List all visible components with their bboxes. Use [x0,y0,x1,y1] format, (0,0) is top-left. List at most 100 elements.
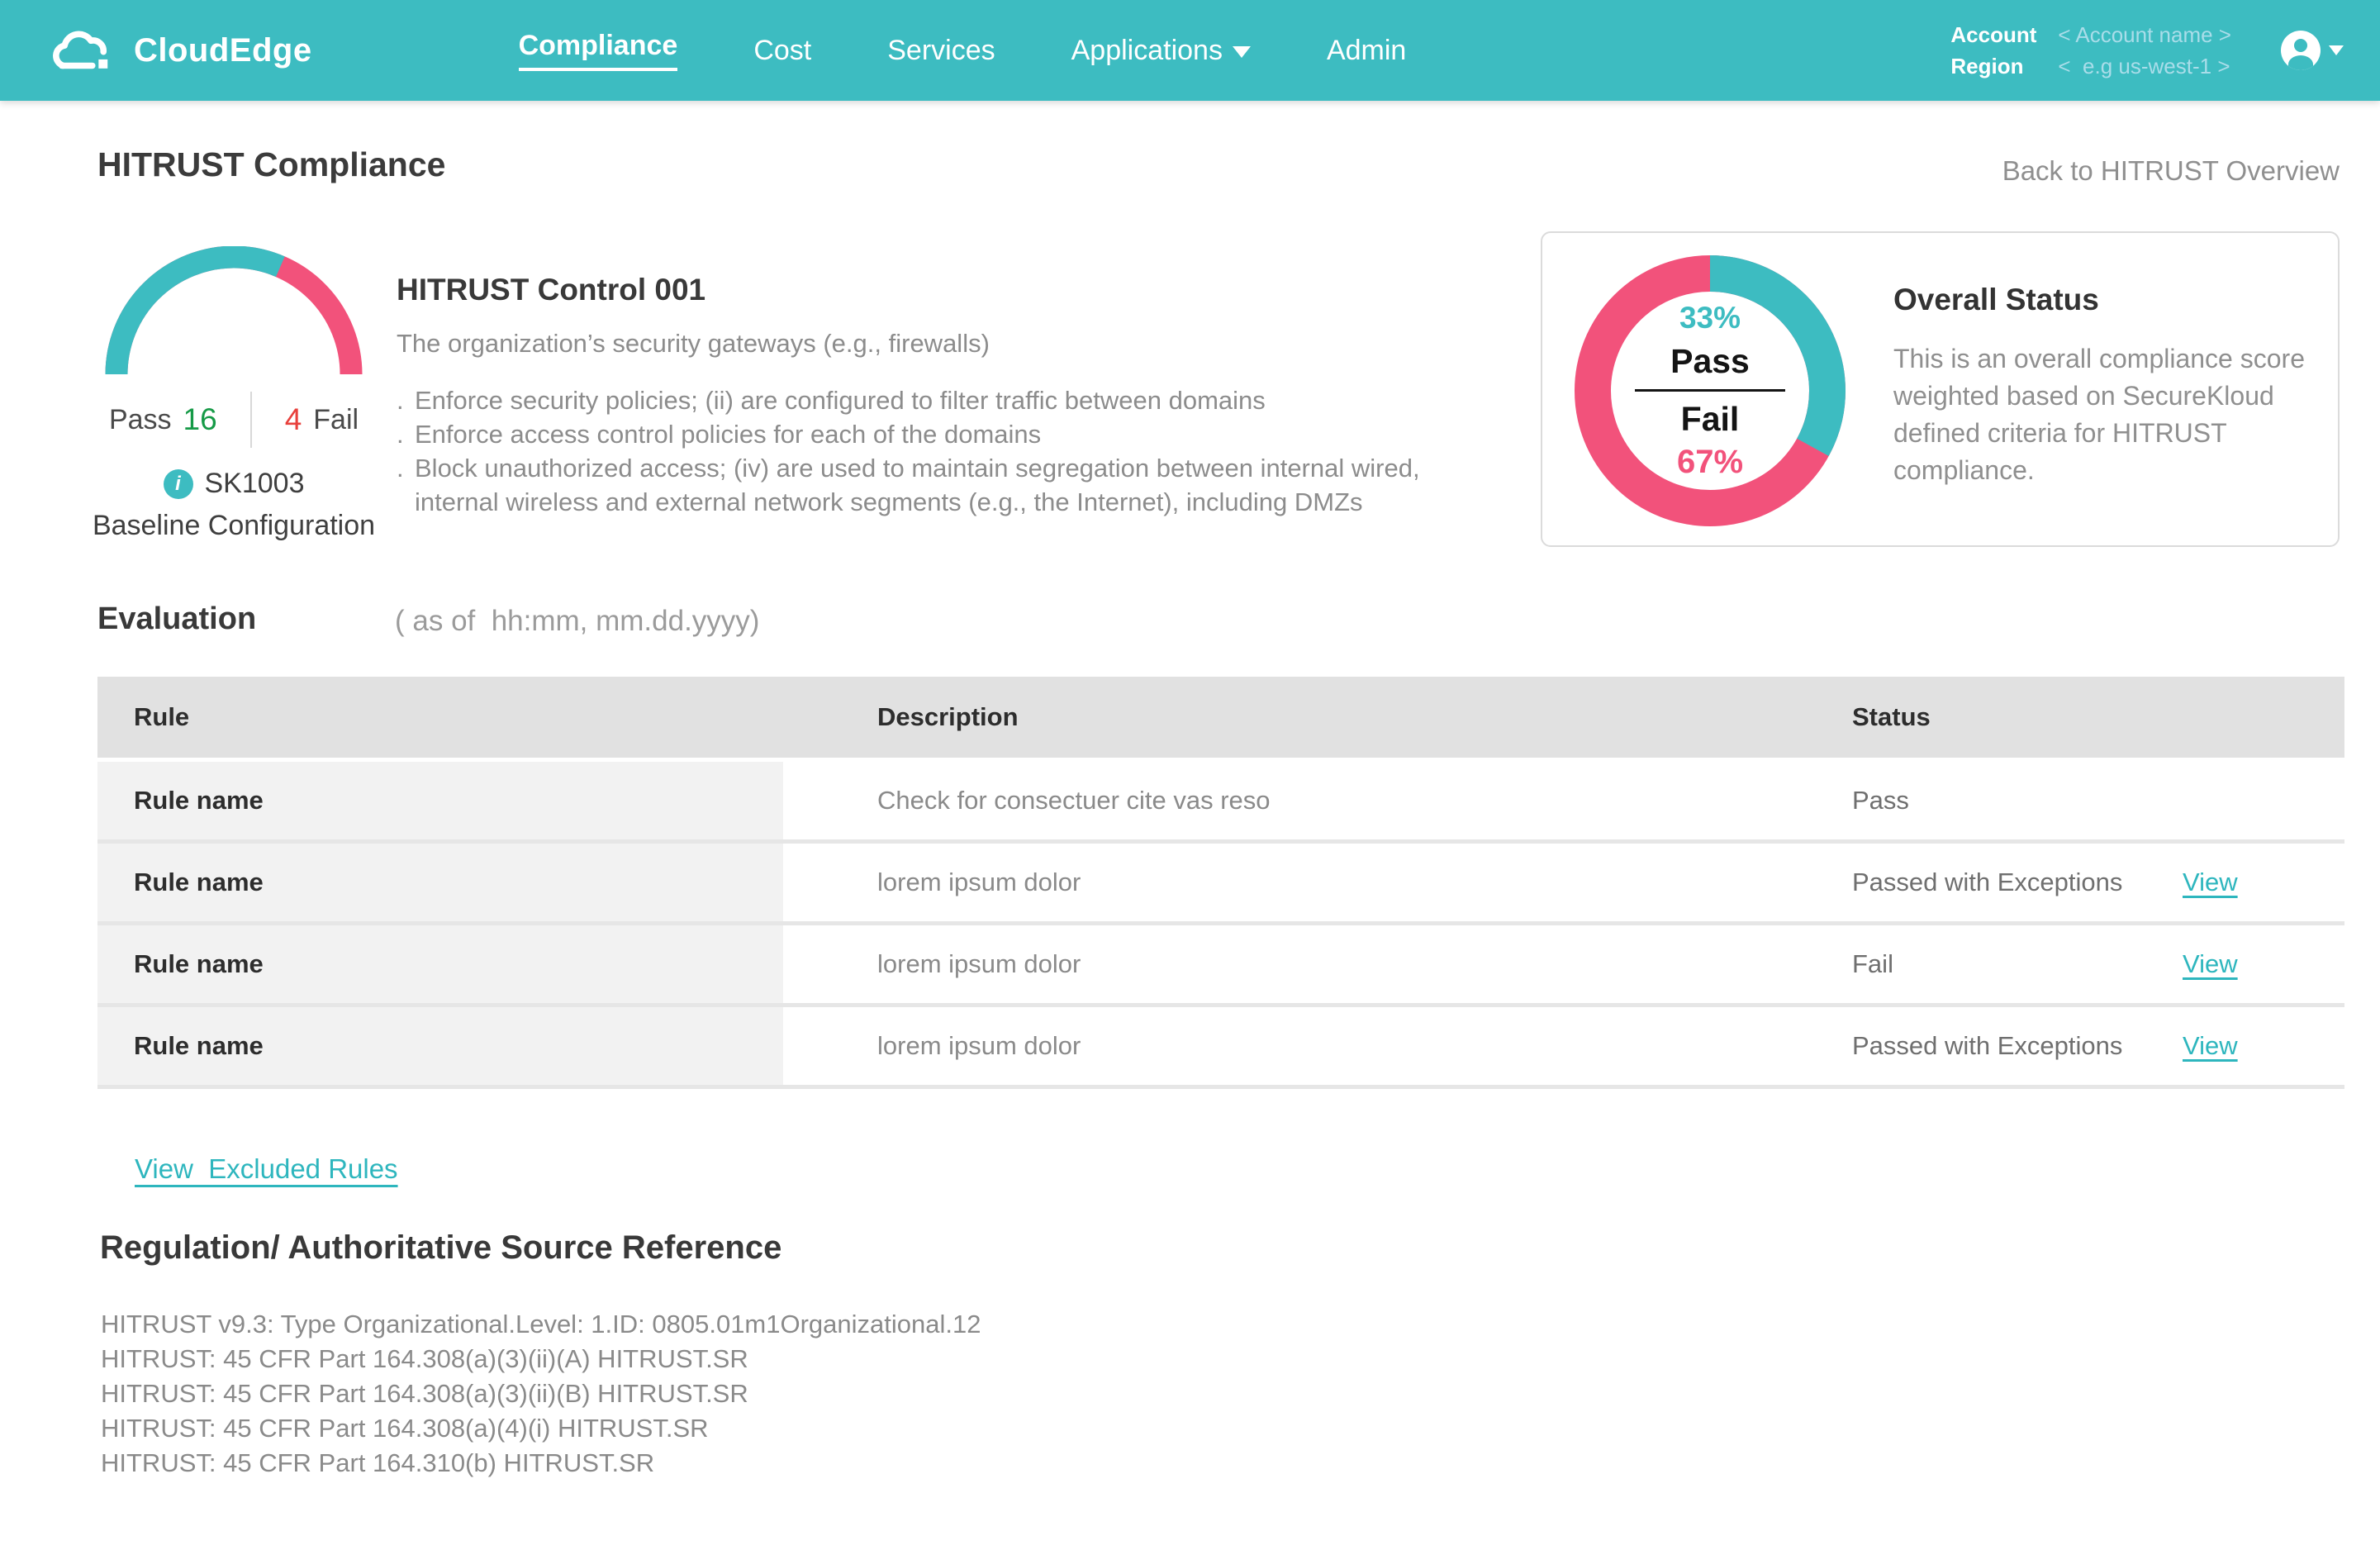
table-row: Rule name lorem ipsum dolor Passed with Ex… [97,844,2344,925]
status-text: Passed with Exceptions [1852,868,2123,896]
table-header-row: Rule Description Status [97,677,2344,758]
nav-dropdown-caret-icon [1232,46,1251,58]
donut-fail-percent: 67% [1676,444,1744,480]
column-header-status: Status [1852,702,1931,731]
rule-results-gauge-block: Pass 16 4 Fail i SK1003 Baseline Configu… [89,246,378,542]
regulation-line: HITRUST: 45 CFR Part 164.310(b) HITRUST.… [101,1448,655,1477]
nav-item-compliance[interactable]: Compliance [518,30,678,71]
evaluation-title: Evaluation [97,601,257,636]
nav-item-label: Admin [1326,34,1407,66]
baseline-configuration-label: Baseline Configuration [92,510,376,541]
donut-divider [1635,389,1785,392]
user-avatar-icon [2281,31,2321,70]
table-row: Rule name lorem ipsum dolor Fail View [97,925,2344,1007]
control-description-block: HITRUST Control 001 The organization’s s… [397,273,1528,519]
regulation-line: HITRUST: 45 CFR Part 164.308(a)(3)(ii)(A… [101,1344,748,1373]
nav-item-label: Applications [1071,34,1223,66]
evaluation-as-of: ( as of hh:mm, mm.dd.yyyy) [395,605,760,637]
back-to-overview-link[interactable]: Back to HITRUST Overview [2002,155,2340,187]
region-label: Region [1950,53,2024,78]
pass-fail-gauge-chart [105,246,363,375]
control-subtitle: The organization’s security gateways (e.… [397,329,990,358]
status-text: Passed with Exceptions [1852,1031,2123,1060]
status-text: Pass [1852,786,1909,815]
nav-item-label: Cost [753,34,812,66]
gauge-pass-arc [105,246,363,375]
view-link[interactable]: View [2183,868,2238,897]
view-link[interactable]: View [2183,949,2238,979]
bullet-text: Enforce access control policies for each… [415,420,1042,449]
bullet-text: Enforce security policies; (ii) are conf… [415,386,1266,415]
region-value[interactable]: < e.g us-west-1 > [2058,54,2231,79]
user-menu-caret-icon [2329,45,2344,55]
fail-label: Fail [313,403,359,435]
column-header-description: Description [877,702,1019,731]
page-title: HITRUST Compliance [97,145,446,183]
top-nav: CloudEdge Compliance Cost Services Applicat… [0,0,2380,101]
cloud-logo-icon [53,31,108,69]
account-region-block: Account < Account name > Region < e.g us… [1950,22,2231,79]
status-cell: Fail View [1758,949,2344,979]
overall-status-donut-chart: 33% Pass Fail 67% [1574,254,1846,527]
brand[interactable]: CloudEdge [48,25,312,76]
nav-item-applications[interactable]: Applications [1071,35,1251,67]
nav-item-cost[interactable]: Cost [753,35,811,67]
rule-cell: Rule name [97,925,783,1003]
status-cell: Passed with Exceptions View [1758,1031,2344,1061]
nav-item-label: Compliance [518,30,678,71]
rule-cell: Rule name [97,762,783,839]
account-value[interactable]: < Account name > [2058,22,2231,48]
user-menu[interactable] [2281,31,2344,70]
rule-cell: Rule name [97,844,783,921]
pass-count: 16 [183,402,217,436]
stats-divider [249,392,252,448]
table-row: Rule name Check for consectuer cite vas r… [97,762,2344,844]
bullet-marker: . [397,420,404,449]
control-bullet: . Enforce access control policies for eac… [397,417,1528,451]
description-cell: lorem ipsum dolor [877,949,1081,978]
donut-pass-percent: 33% [1679,301,1741,335]
control-bullets: . Enforce security policies; (ii) are con… [397,383,1528,519]
donut-center-labels: 33% Pass Fail 67% [1574,254,1846,527]
pass-label: Pass [108,403,172,435]
bullet-text: Block unauthorized access; (iv) are used… [415,454,1420,516]
regulation-line: HITRUST v9.3: Type Organizational.Level:… [101,1310,981,1338]
donut-pass-label: Pass [1670,342,1750,380]
control-bullet: . Enforce security policies; (ii) are con… [397,383,1528,417]
overall-status-description: This is an overall compliance score weig… [1893,344,2305,485]
regulation-line: HITRUST: 45 CFR Part 164.308(a)(4)(i) HI… [101,1414,709,1443]
status-cell: Passed with Exceptions View [1758,868,2344,897]
regulation-title: Regulation/ Authoritative Source Referen… [100,1229,782,1266]
bullet-marker: . [397,386,404,415]
overall-status-card: 33% Pass Fail 67% Overall Status This is… [1541,231,2340,547]
bullet-marker: . [397,454,404,483]
description-cell: lorem ipsum dolor [877,1031,1081,1060]
donut-fail-label: Fail [1680,400,1740,438]
control-code: SK1003 [204,468,305,499]
description-cell: lorem ipsum dolor [877,868,1081,896]
nav-item-admin[interactable]: Admin [1327,35,1406,67]
column-header-rule: Rule [134,702,190,731]
control-code-row: i SK1003 [89,468,378,500]
nav-item-services[interactable]: Services [887,35,995,67]
fail-count: 4 [284,402,302,436]
view-link[interactable]: View [2183,1031,2238,1061]
table-body: Rule name Check for consectuer cite vas r… [97,762,2344,1089]
gauge-stats: Pass 16 4 Fail [89,390,378,449]
control-title: HITRUST Control 001 [397,273,706,307]
main-menu: Compliance Cost Services Applications Admin [518,30,1406,71]
account-label: Account [1950,21,2037,47]
regulation-lines: HITRUST v9.3: Type Organizational.Level:… [101,1307,981,1481]
evaluation-table: Rule Description Status Rule name Check f… [97,677,2344,1089]
overall-status-text: Overall Status This is an overall compli… [1893,283,2315,489]
overall-status-title: Overall Status [1893,283,2099,316]
nav-item-label: Services [887,34,995,66]
brand-name: CloudEdge [134,31,312,69]
view-excluded-rules-link[interactable]: View Excluded Rules [135,1153,398,1185]
description-cell: Check for consectuer cite vas reso [877,786,1271,815]
status-text: Fail [1852,949,1893,978]
info-icon[interactable]: i [163,468,193,499]
rule-cell: Rule name [97,1007,783,1085]
control-bullet: . Block unauthorized access; (iv) are use… [397,451,1528,519]
regulation-line: HITRUST: 45 CFR Part 164.308(a)(3)(ii)(B… [101,1379,748,1408]
